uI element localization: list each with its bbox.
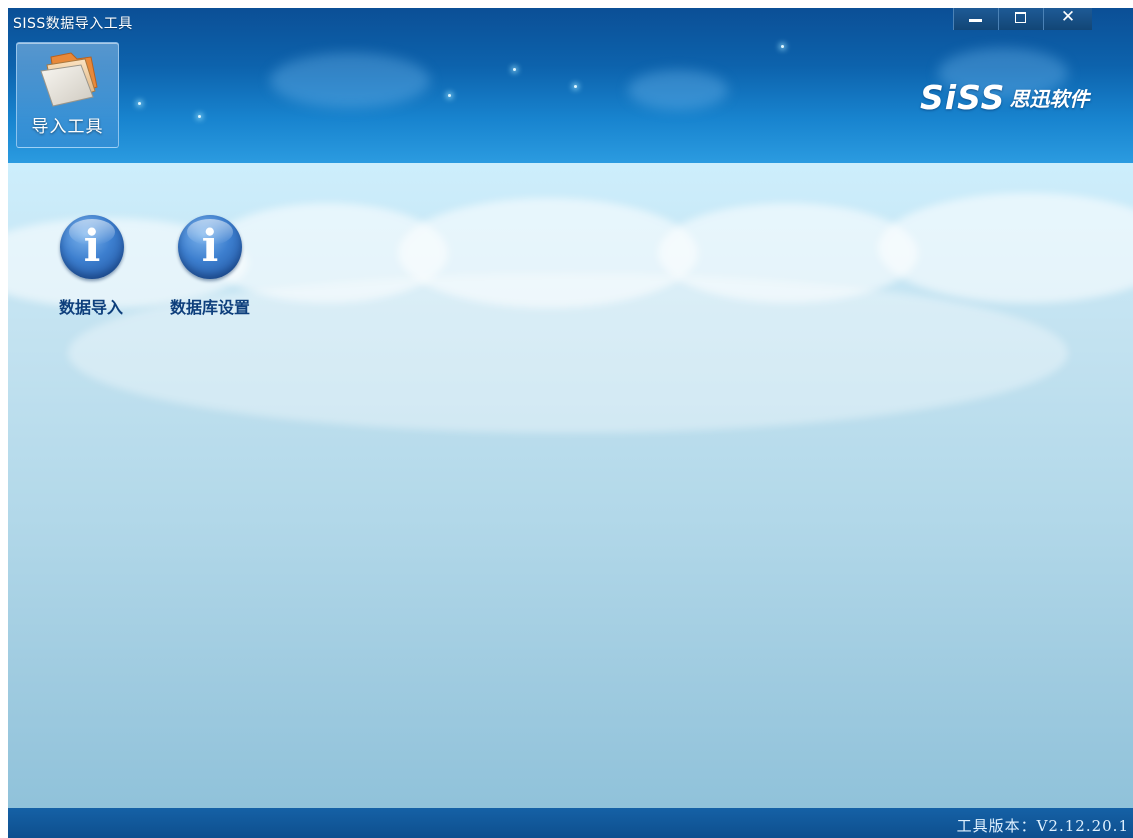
version-text: 工具版本：V2.12.20.1	[956, 817, 1129, 835]
import-tool-label: 导入工具	[31, 117, 104, 137]
maximize-icon	[1015, 12, 1026, 23]
brand-logo: SiSS 思迅软件	[920, 78, 1089, 118]
app-window: SISS数据导入工具 ✕ 导入工具 SiSS 思迅软件 i 数据导入 i 数据库…	[8, 8, 1133, 838]
data-import-label: 数据导入	[58, 298, 123, 317]
header-star	[574, 85, 577, 88]
header-cloud	[628, 70, 728, 110]
header-star	[513, 68, 516, 71]
brand-subtitle: 思迅软件	[1009, 87, 1090, 111]
background-cloud	[878, 193, 1133, 303]
database-settings-label: 数据库设置	[169, 298, 250, 317]
database-settings-button[interactable]: i 数据库设置	[155, 215, 265, 325]
folder-icon	[40, 52, 98, 107]
header-star	[138, 102, 141, 105]
status-bar: 工具版本：V2.12.20.1	[8, 808, 1133, 838]
info-icon: i	[60, 215, 124, 279]
data-import-button[interactable]: i 数据导入	[36, 215, 146, 325]
header-star	[198, 115, 201, 118]
header-banner: SISS数据导入工具 ✕ 导入工具 SiSS 思迅软件	[8, 8, 1133, 163]
minimize-icon	[969, 19, 982, 22]
import-tool-button[interactable]: 导入工具	[16, 42, 119, 148]
info-icon: i	[178, 215, 242, 279]
close-button[interactable]: ✕	[1043, 8, 1092, 30]
header-star	[448, 94, 451, 97]
minimize-button[interactable]	[953, 8, 998, 30]
header-cloud	[270, 53, 430, 108]
header-star	[781, 45, 784, 48]
content-area: i 数据导入 i 数据库设置	[8, 163, 1133, 808]
brand-name: SiSS	[920, 78, 1006, 117]
close-icon: ✕	[1060, 8, 1076, 27]
maximize-button[interactable]	[998, 8, 1043, 30]
window-title: SISS数据导入工具	[13, 16, 133, 32]
